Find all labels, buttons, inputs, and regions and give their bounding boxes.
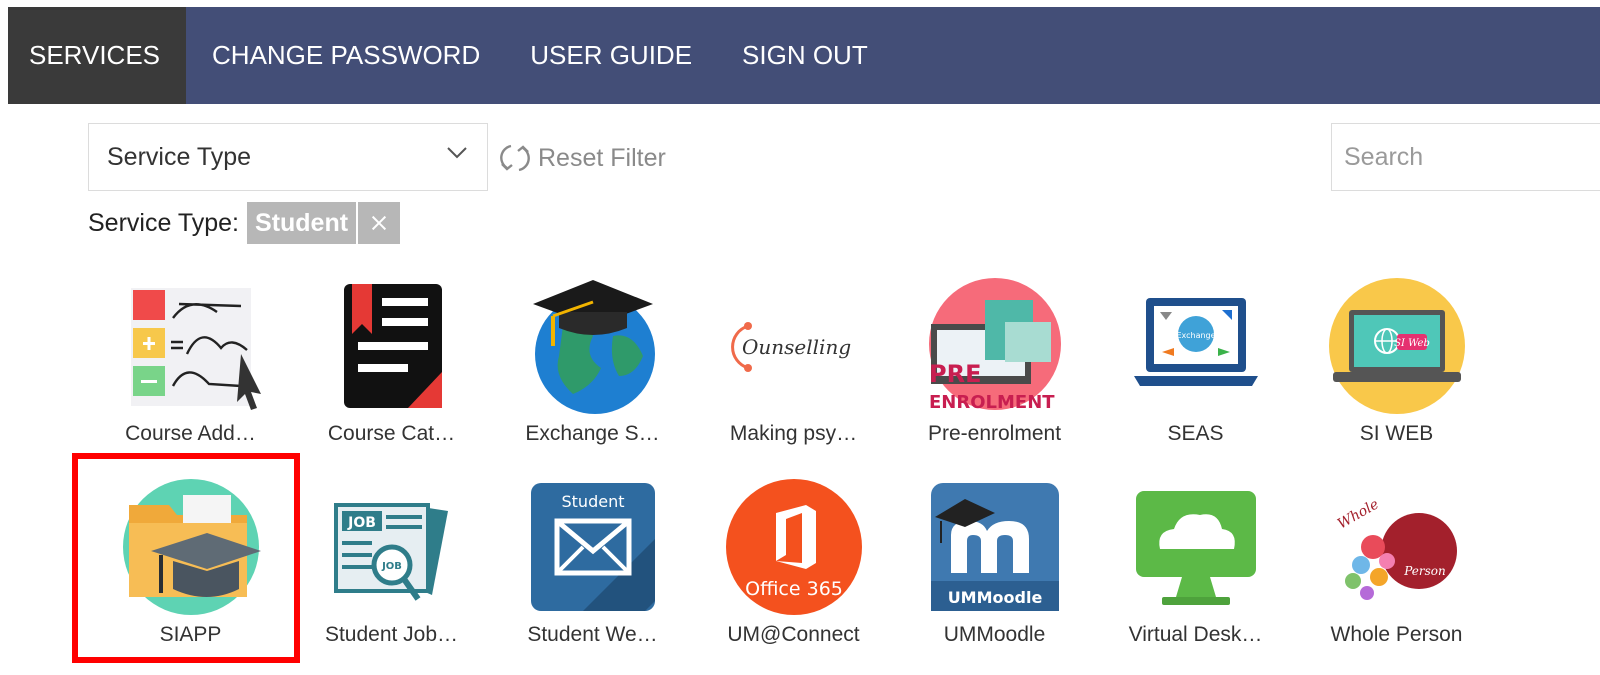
pre-text: PRE: [929, 360, 981, 388]
service-tile-whole-person[interactable]: Whole Person Whole Person: [1296, 473, 1497, 674]
service-label: Student Job…: [324, 623, 459, 646]
office365-icon: Office 365: [725, 479, 862, 615]
service-label: Course Cat…: [327, 422, 456, 445]
service-tile-siapp[interactable]: SIAPP: [90, 473, 291, 674]
service-label: SI WEB: [1359, 422, 1434, 445]
counselling-text: Ounselling: [742, 335, 851, 359]
service-label: Exchange S…: [525, 422, 660, 445]
service-tile-counselling[interactable]: Ounselling Making psy…: [693, 272, 894, 473]
service-tile-pre-enrolment[interactable]: PRE ENROLMENT Pre-enrolment: [894, 272, 1095, 473]
chevron-down-icon: [447, 147, 467, 159]
enrolment-text: ENROLMENT: [929, 392, 1055, 413]
service-label: Making psy…: [729, 422, 858, 445]
service-label: Pre-enrolment: [927, 422, 1062, 445]
service-tile-si-web[interactable]: SI Web SI WEB: [1296, 272, 1497, 473]
siapp-folder-icon: [122, 479, 261, 615]
service-tile-course-catalog[interactable]: Course Cat…: [291, 272, 492, 473]
service-label: Whole Person: [1330, 623, 1463, 646]
service-tile-virtual-desktop[interactable]: Virtual Desk…: [1095, 473, 1296, 674]
active-filter-row: Service Type: Student: [88, 202, 401, 244]
si-web-text: SI Web: [1394, 338, 1430, 349]
whole-text: Whole: [1335, 496, 1382, 532]
ummoodle-text: UMMoodle: [947, 588, 1042, 607]
service-label: SIAPP: [159, 623, 222, 646]
service-tile-student-webmail[interactable]: Student Student We…: [492, 473, 693, 674]
ummoodle-icon: UMMoodle: [930, 483, 1059, 611]
student-text: Student: [561, 492, 624, 511]
reset-filter-label: Reset Filter: [538, 143, 666, 172]
nav-sign-out[interactable]: SIGN OUT: [717, 7, 893, 104]
nav-user-guide[interactable]: USER GUIDE: [505, 7, 717, 104]
job-magnifier-text: JOB: [381, 561, 402, 572]
job-text: JOB: [347, 515, 376, 531]
filter-chip-student: Student: [247, 202, 357, 244]
services-grid: Course Add… Course Cat… Exchange S… Ouns…: [90, 272, 1497, 674]
service-label: UM@Connect: [727, 623, 860, 646]
active-filter-label: Service Type:: [88, 208, 240, 237]
service-type-select-value: Service Type: [107, 142, 252, 171]
service-label: Virtual Desk…: [1128, 623, 1263, 646]
refresh-icon: [500, 144, 530, 172]
search-input[interactable]: [1331, 123, 1600, 191]
office365-text: Office 365: [745, 578, 843, 600]
seas-laptop-icon: Exchange: [1133, 298, 1258, 386]
service-label: SEAS: [1167, 422, 1224, 445]
student-job-icon: JOB JOB: [333, 503, 448, 601]
si-web-icon: SI Web: [1328, 278, 1465, 414]
reset-filter-button[interactable]: Reset Filter: [498, 140, 666, 176]
whole-person-icon: Whole Person: [1335, 496, 1457, 600]
counselling-icon: Ounselling: [730, 322, 851, 372]
pre-enrolment-icon: PRE ENROLMENT: [928, 278, 1061, 413]
service-label: UMMoodle: [943, 623, 1046, 646]
exchange-text: Exchange: [1176, 331, 1215, 340]
virtual-desktop-icon: [1135, 491, 1256, 605]
service-tile-seas[interactable]: Exchange SEAS: [1095, 272, 1296, 473]
remove-filter-icon[interactable]: [358, 202, 401, 244]
service-label: Student We…: [527, 623, 658, 646]
service-tile-ummoodle[interactable]: UMMoodle UMMoodle: [894, 473, 1095, 674]
person-text: Person: [1403, 564, 1445, 578]
service-label: Course Add…: [125, 422, 256, 445]
student-webmail-icon: Student: [530, 483, 655, 611]
exchange-globe-icon: [532, 280, 655, 414]
service-tile-course-add[interactable]: Course Add…: [90, 272, 291, 473]
nav-change-password[interactable]: CHANGE PASSWORD: [186, 7, 505, 104]
course-catalog-icon: [343, 284, 442, 408]
course-add-drop-icon: [130, 288, 261, 410]
service-tile-exchange[interactable]: Exchange S…: [492, 272, 693, 473]
top-nav: SERVICES CHANGE PASSWORD USER GUIDE SIGN…: [8, 7, 1600, 104]
nav-services[interactable]: SERVICES: [8, 7, 187, 104]
service-type-select[interactable]: Service Type: [88, 123, 488, 191]
service-tile-student-job[interactable]: JOB JOB Student Job…: [291, 473, 492, 674]
service-tile-um-connect[interactable]: Office 365 UM@Connect: [693, 473, 894, 674]
